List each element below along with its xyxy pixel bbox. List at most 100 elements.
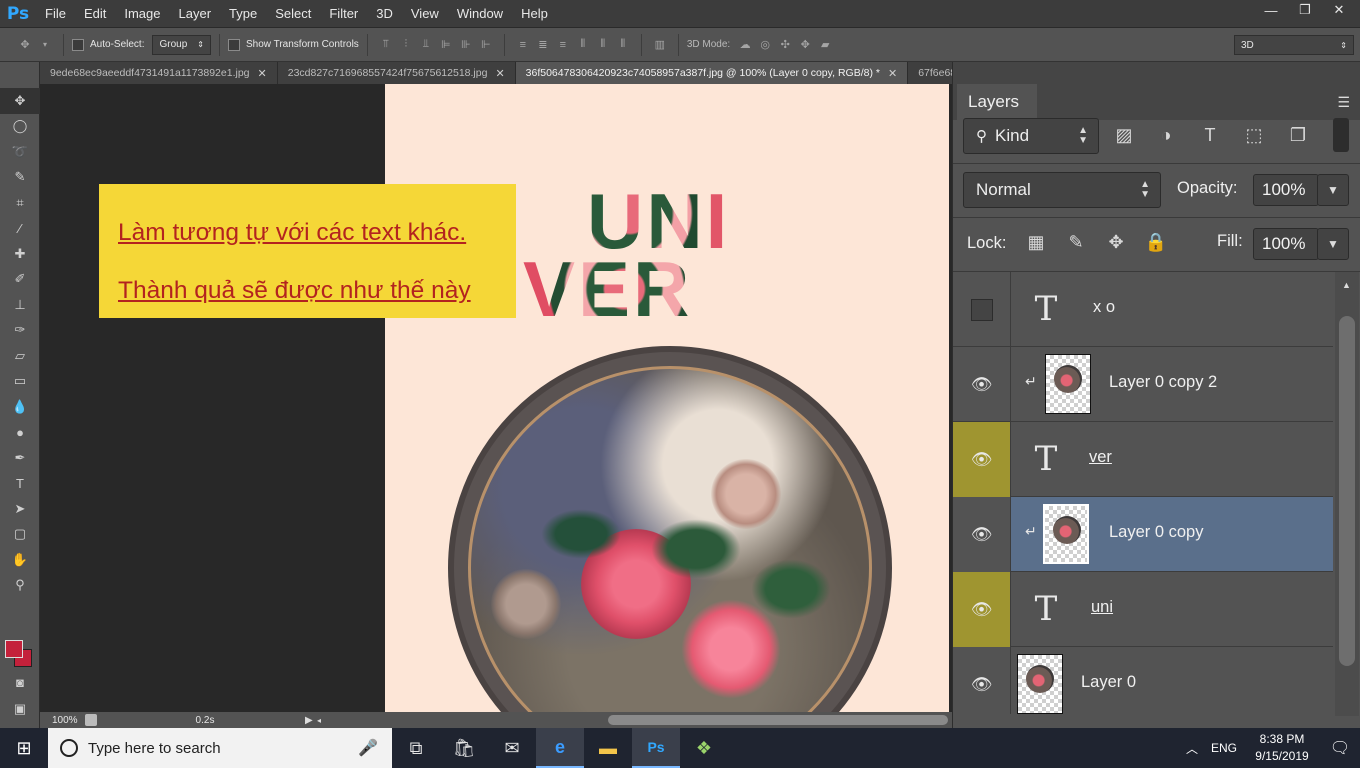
tab-document-1[interactable]: 9ede68ec9aeeddf4731491a1173892e1.jpg ✕ [40, 62, 278, 84]
align-vcenter-icon[interactable]: ⫶ [399, 38, 413, 52]
auto-select-checkbox[interactable] [72, 38, 84, 51]
shape-tool-icon[interactable]: ▢ [0, 522, 40, 548]
notification-icon[interactable]: 🗨 [1320, 738, 1360, 758]
canvas-workspace[interactable]: UNI VER Làm tương tự với các text khác. … [40, 84, 952, 712]
lock-position-icon[interactable]: ✥ [1103, 229, 1129, 255]
auto-align-icon[interactable]: ▥ [653, 38, 667, 52]
layer-name[interactable]: x o [1093, 298, 1115, 317]
store-icon[interactable]: 🛍 [440, 728, 488, 768]
align-hcenter-icon[interactable]: ⊪ [459, 38, 473, 52]
pen-tool-icon[interactable]: ✒ [0, 445, 40, 471]
auto-select-dropdown[interactable]: Group ⇕ [152, 34, 211, 55]
blend-mode-dropdown[interactable]: Normal ▲ ▼ [963, 172, 1161, 208]
history-brush-tool-icon[interactable]: ✑ [0, 318, 40, 344]
menu-3d[interactable]: 3D [367, 0, 402, 28]
marquee-tool-icon[interactable]: ◯ [0, 114, 40, 140]
lock-all-icon[interactable]: 🔒 [1143, 229, 1169, 255]
microphone-icon[interactable]: 🎤 [358, 738, 378, 758]
layers-scrollbar[interactable]: ▲ [1335, 272, 1359, 716]
quick-select-tool-icon[interactable]: ✎ [0, 165, 40, 191]
tab-document-2[interactable]: 23cd827c716968557424f75675612518.jpg ✕ [277, 62, 516, 84]
lock-pixels-icon[interactable]: ✎ [1063, 229, 1089, 255]
clock[interactable]: 8:38 PM 9/15/2019 [1244, 731, 1320, 765]
workspace-dropdown[interactable]: 3D ⇕ [1234, 35, 1354, 55]
dodge-tool-icon[interactable]: ● [0, 420, 40, 446]
layer-name[interactable]: Layer 0 copy 2 [1109, 373, 1217, 392]
menu-file[interactable]: File [36, 0, 75, 28]
screen-mode-icon[interactable]: ▣ [0, 696, 40, 722]
show-transform-checkbox[interactable] [227, 38, 240, 51]
layer-row-layer-0-copy[interactable]: 👁 ↵ Layer 0 copy [953, 497, 1333, 572]
mail-icon[interactable]: ✉ [488, 728, 536, 768]
menu-select[interactable]: Select [266, 0, 320, 28]
photoshop-taskbar-icon[interactable]: Ps [632, 728, 680, 768]
crop-tool-icon[interactable]: ⌗ [0, 190, 40, 216]
eyedropper-tool-icon[interactable]: ⁄ [0, 216, 40, 242]
zoom-tool-icon[interactable]: ⚲ [0, 573, 40, 599]
smart-object-filter-icon[interactable]: ❐ [1285, 122, 1311, 148]
zoom-level[interactable]: 100% [40, 715, 85, 726]
hand-tool-icon[interactable]: ✋ [0, 547, 40, 573]
filter-kind-dropdown[interactable]: ⚲ Kind ▲ ▼ [963, 118, 1099, 154]
app-icon[interactable]: ❖ [680, 728, 728, 768]
3d-rotate-icon[interactable]: ☁ [738, 38, 752, 52]
fill-dropdown-button[interactable]: ▼ [1317, 228, 1349, 260]
windows-start-icon[interactable]: ⊞ [0, 728, 48, 768]
eraser-tool-icon[interactable]: ▱ [0, 343, 40, 369]
shape-filter-icon[interactable]: ⬚ [1241, 122, 1267, 148]
path-selection-tool-icon[interactable]: ➤ [0, 496, 40, 522]
menu-window[interactable]: Window [448, 0, 512, 28]
distribute-top-icon[interactable]: ≡ [516, 38, 530, 52]
document-info-icon[interactable] [85, 714, 97, 726]
foreground-color-swatch[interactable] [5, 640, 23, 658]
layer-name[interactable]: ver [1089, 448, 1112, 467]
menu-edit[interactable]: Edit [75, 0, 115, 28]
menu-view[interactable]: View [402, 0, 448, 28]
3d-pan-icon[interactable]: ✣ [778, 38, 792, 52]
menu-filter[interactable]: Filter [320, 0, 367, 28]
opacity-input[interactable]: 100% [1253, 174, 1319, 206]
move-tool-preset-icon[interactable]: ✥ [18, 38, 32, 52]
horizontal-scrollbar[interactable] [608, 715, 948, 725]
visibility-toggle[interactable]: 👁 [953, 572, 1011, 647]
layer-row-layer-0[interactable]: 👁 Layer 0 [953, 647, 1333, 714]
adjustment-filter-icon[interactable]: ◑ [1153, 122, 1179, 148]
menu-help[interactable]: Help [512, 0, 557, 28]
restore-button[interactable]: ❐ [1288, 0, 1322, 20]
distribute-hcenter-icon[interactable]: ⦀ [596, 38, 610, 52]
type-tool-icon[interactable]: T [0, 471, 40, 497]
close-icon[interactable]: ✕ [888, 67, 897, 80]
layer-row-ver[interactable]: 👁 T ver [953, 422, 1333, 497]
brush-tool-icon[interactable]: ✐ [0, 267, 40, 293]
chevron-up-icon[interactable]: ︿ [1180, 740, 1204, 757]
3d-slide-icon[interactable]: ✥ [798, 38, 812, 52]
fill-input[interactable]: 100% [1253, 228, 1319, 260]
align-top-icon[interactable]: ⫪ [379, 38, 393, 52]
visibility-toggle[interactable]: 👁 [953, 347, 1011, 422]
filter-toggle-switch[interactable] [1333, 118, 1349, 152]
tab-document-4[interactable]: 67f6e68956d06e7ec93d569ad1e603a6.jpg ✕ [908, 62, 952, 84]
distribute-vcenter-icon[interactable]: ≣ [536, 38, 550, 52]
align-right-icon[interactable]: ⊩ [479, 38, 493, 52]
type-filter-icon[interactable]: T [1197, 122, 1223, 148]
visibility-toggle[interactable]: 👁 [953, 497, 1011, 572]
pixel-filter-icon[interactable]: ▨ [1111, 122, 1137, 148]
close-button[interactable]: ✕ [1322, 0, 1356, 20]
panel-menu-icon[interactable]: ☰ [1337, 94, 1350, 111]
layer-name[interactable]: uni [1091, 598, 1113, 617]
tab-document-3[interactable]: 36f506478306420923c74058957a387f.jpg @ 1… [515, 62, 909, 84]
move-tool-icon[interactable]: ✥ [0, 88, 40, 114]
quick-mask-icon[interactable]: ◙ [0, 670, 40, 696]
visibility-toggle[interactable]: 👁 [953, 647, 1011, 714]
menu-type[interactable]: Type [220, 0, 266, 28]
align-bottom-icon[interactable]: ⫫ [419, 38, 433, 52]
taskbar-search-box[interactable]: Type here to search 🎤 [48, 728, 392, 768]
task-view-icon[interactable]: ⧉ [392, 728, 440, 768]
language-indicator[interactable]: ENG [1204, 741, 1244, 755]
scroll-left-icon[interactable]: ◂ [317, 716, 329, 725]
close-icon[interactable]: ✕ [495, 67, 504, 80]
clone-stamp-tool-icon[interactable]: ⊥ [0, 292, 40, 318]
close-icon[interactable]: ✕ [258, 67, 267, 80]
scroll-up-icon[interactable]: ▲ [1342, 280, 1351, 290]
align-left-icon[interactable]: ⊫ [439, 38, 453, 52]
